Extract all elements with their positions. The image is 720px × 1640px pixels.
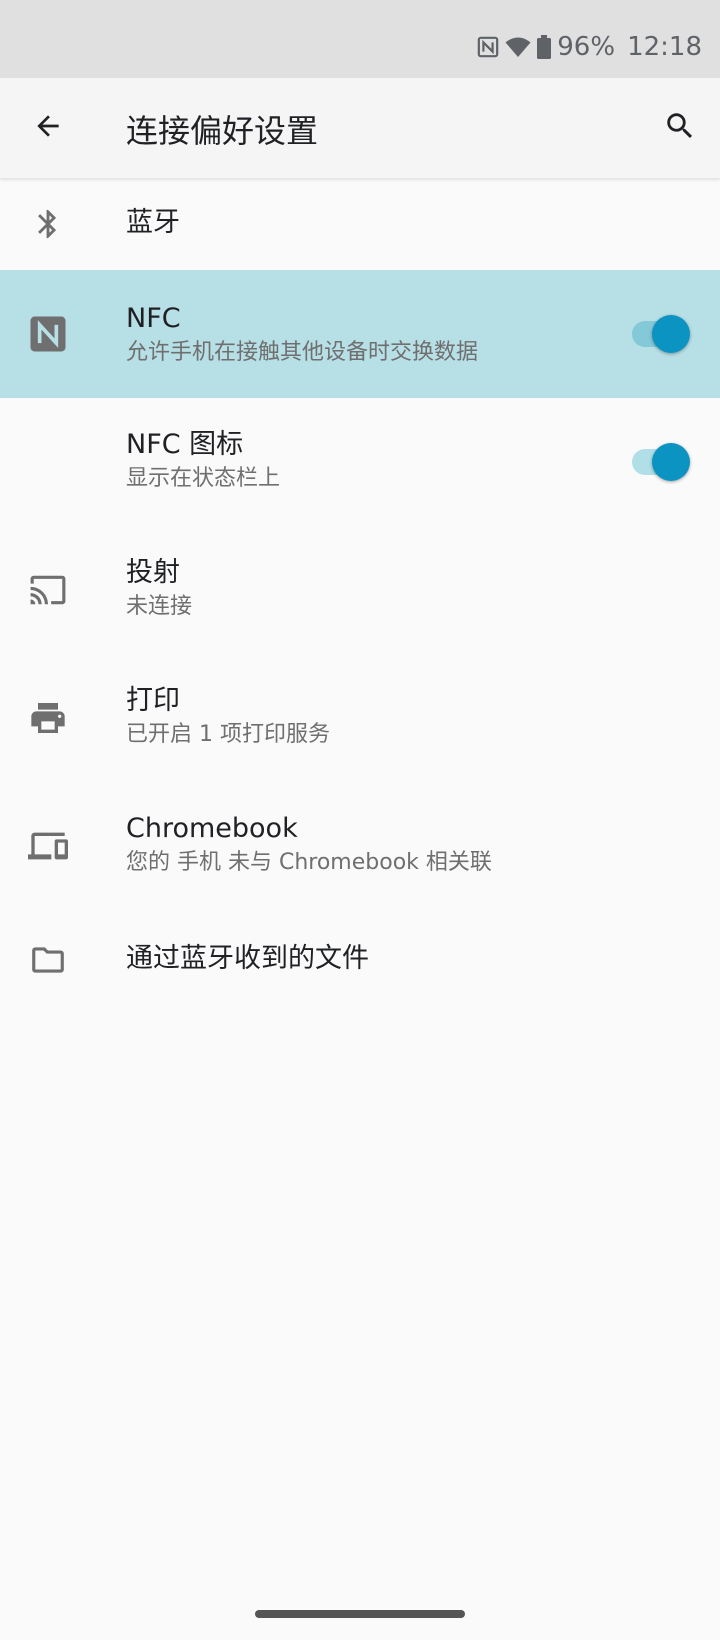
arrow-back-icon [32, 110, 64, 146]
printer-icon [26, 696, 70, 740]
setting-subtitle: 允许手机在接触其他设备时交换数据 [126, 340, 479, 365]
setting-subtitle: 您的 手机 未与 Chromebook 相关联 [126, 850, 492, 875]
battery-percent: 96% [557, 32, 616, 62]
nfc-toggle[interactable] [632, 315, 690, 353]
setting-nfc[interactable]: NFC 允许手机在接触其他设备时交换数据 [0, 270, 720, 398]
search-button[interactable] [656, 104, 704, 152]
home-indicator[interactable] [255, 1610, 465, 1618]
nfc-icon [477, 36, 499, 58]
toggle-thumb [652, 443, 690, 481]
nfc-icon-toggle[interactable] [632, 443, 690, 481]
status-bar: 96% 12:18 [0, 0, 720, 78]
setting-label: NFC [126, 303, 181, 334]
setting-cast[interactable]: 投射 未连接 [0, 526, 720, 654]
bluetooth-icon [26, 202, 70, 246]
toggle-thumb [652, 315, 690, 353]
app-bar: 连接偏好设置 [0, 78, 720, 178]
devices-icon [26, 824, 70, 868]
search-icon [663, 109, 697, 147]
setting-label: Chromebook [126, 813, 298, 844]
status-icons: 96% 12:18 [477, 30, 702, 64]
folder-icon [26, 938, 70, 982]
setting-bluetooth-received-files[interactable]: 通过蓝牙收到的文件 [0, 910, 720, 1010]
wifi-icon [505, 36, 531, 58]
setting-label: NFC 图标 [126, 429, 244, 460]
setting-subtitle: 已开启 1 项打印服务 [126, 722, 330, 747]
setting-subtitle: 显示在状态栏上 [126, 466, 281, 491]
setting-bluetooth[interactable]: 蓝牙 [0, 178, 720, 270]
setting-print[interactable]: 打印 已开启 1 项打印服务 [0, 654, 720, 782]
clock: 12:18 [627, 32, 702, 62]
battery-icon [537, 35, 552, 59]
nfc-icon [26, 312, 70, 356]
page-title: 连接偏好设置 [126, 112, 319, 150]
setting-label: 通过蓝牙收到的文件 [126, 943, 369, 974]
setting-chromebook[interactable]: Chromebook 您的 手机 未与 Chromebook 相关联 [0, 782, 720, 910]
setting-label: 打印 [126, 685, 180, 716]
setting-subtitle: 未连接 [126, 594, 193, 619]
setting-label: 投射 [126, 557, 180, 588]
setting-label: 蓝牙 [126, 207, 180, 238]
back-button[interactable] [24, 104, 72, 152]
setting-nfc-status-icon[interactable]: NFC 图标 显示在状态栏上 [0, 398, 720, 526]
cast-icon [26, 568, 70, 612]
